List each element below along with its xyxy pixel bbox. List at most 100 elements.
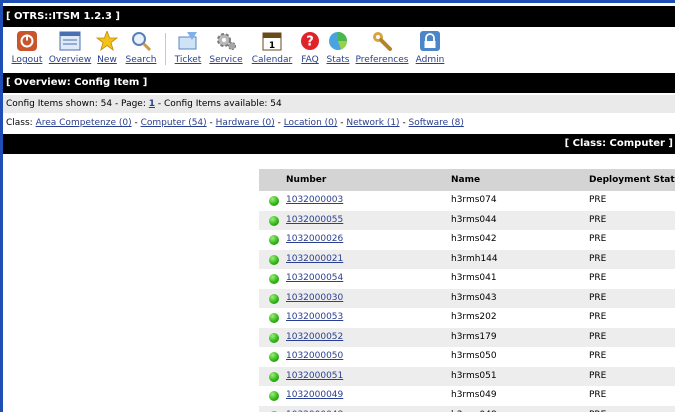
class-link-area-competenze[interactable]: Area Competenze (0)	[36, 118, 132, 128]
status-ok-icon	[269, 391, 279, 401]
cell-name: h3rms202	[451, 312, 497, 322]
config-item-link[interactable]: 1032000053	[286, 312, 343, 322]
config-item-link[interactable]: 1032000054	[286, 273, 343, 283]
config-item-link[interactable]: 1032000049	[286, 390, 343, 400]
table-row[interactable]: 1032000050 h3rms050 PRE	[259, 347, 675, 367]
table-row[interactable]: 1032000053 h3rms202 PRE	[259, 308, 675, 328]
table-row[interactable]: 1032000030 h3rms043 PRE	[259, 288, 675, 308]
cell-name: h3rms043	[451, 292, 497, 303]
nav-faq[interactable]: ? FAQ	[298, 31, 322, 65]
nav-ticket[interactable]: Ticket	[174, 31, 202, 65]
status-ok-icon	[269, 274, 279, 284]
status-ok-icon	[269, 371, 279, 382]
cell-deployment-state: PRE	[589, 195, 607, 205]
cell-number: 1032000051	[286, 367, 343, 386]
nav-logout-label: Logout	[11, 55, 43, 65]
status-ok-icon	[269, 196, 279, 206]
config-item-link[interactable]: 1032000050	[286, 351, 343, 361]
cell-name: h3rms074	[451, 195, 497, 205]
nav-overview[interactable]: Overview	[47, 31, 93, 65]
config-item-link[interactable]: 1032000030	[286, 293, 343, 303]
header-deployment-state[interactable]: Deployment Stat	[589, 169, 675, 191]
config-item-link[interactable]: 1032000055	[286, 215, 343, 225]
table-row[interactable]: 1032000055 h3rms044 PRE	[259, 210, 675, 230]
nav-overview-label: Overview	[48, 55, 92, 65]
search-icon	[132, 32, 152, 51]
app-title-bar: [ OTRS::ITSM 1.2.3 ]	[3, 6, 675, 27]
nav-calendar[interactable]: 1 Calendar	[250, 31, 294, 65]
cell-deployment-state: PRE	[589, 351, 607, 361]
nav-preferences-label: Preferences	[355, 55, 409, 65]
nav-stats[interactable]: Stats	[325, 31, 351, 65]
cell-number: 1032000021	[286, 250, 343, 269]
nav-new[interactable]: New	[95, 31, 119, 65]
header-name[interactable]: Name	[451, 169, 480, 191]
table-row[interactable]: 1032000003 h3rms074 PRE	[259, 191, 675, 211]
status-ok-icon	[269, 332, 279, 343]
cell-number: 1032000055	[286, 211, 343, 230]
cell-name: h3rms041	[451, 273, 497, 283]
header-number[interactable]: Number	[286, 169, 326, 191]
config-item-table: Number Name Deployment Stat 1032000003 h3…	[259, 169, 675, 412]
cell-deployment-state: PRE	[589, 253, 607, 264]
class-filter: Class: Area Competenze (0) - Computer (5…	[3, 114, 675, 132]
nav-search-label: Search	[125, 55, 157, 65]
preferences-wrench-icon	[373, 32, 392, 51]
nav-preferences[interactable]: Preferences	[353, 31, 411, 65]
nav-search[interactable]: Search	[123, 31, 159, 65]
nav-service[interactable]: Service	[208, 31, 244, 65]
service-gear-icon	[217, 33, 236, 50]
table-row[interactable]: 1032000049 h3rms049 PRE	[259, 386, 675, 406]
table-row[interactable]: 1032000052 h3rms179 PRE	[259, 327, 675, 347]
table-row[interactable]: 1032000021 h3rmh144 PRE	[259, 249, 675, 269]
items-available-text: - Config Items available: 54	[155, 99, 282, 109]
cell-name: h3rms049	[451, 390, 497, 400]
class-link-computer[interactable]: Computer (54)	[141, 118, 207, 128]
nav-logout[interactable]: Logout	[11, 31, 43, 65]
cell-number: 1032000053	[286, 308, 343, 327]
config-item-link[interactable]: 1032000026	[286, 234, 343, 244]
class-link-hardware[interactable]: Hardware (0)	[216, 118, 275, 128]
items-shown-text: Config Items shown: 54 - Page:	[6, 99, 149, 109]
cell-number: 1032000050	[286, 347, 343, 366]
cell-number: 1032000048	[286, 406, 343, 412]
class-link-software[interactable]: Software (8)	[409, 118, 464, 128]
class-link-location[interactable]: Location (0)	[284, 118, 338, 128]
class-link-network[interactable]: Network (1)	[346, 118, 399, 128]
nav-service-label: Service	[209, 55, 243, 65]
config-item-link[interactable]: 1032000052	[286, 332, 343, 342]
class-label: Class:	[6, 118, 36, 128]
nav-ticket-label: Ticket	[174, 55, 202, 65]
table-row[interactable]: 1032000051 h3rms051 PRE	[259, 366, 675, 386]
paging-info: Config Items shown: 54 - Page: 1 - Confi…	[3, 95, 675, 113]
nav-admin[interactable]: Admin	[413, 31, 447, 65]
overview-icon	[59, 31, 81, 51]
cell-number: 1032000026	[286, 230, 343, 249]
section-title: [ Overview: Config Item ]	[3, 73, 675, 93]
table-row[interactable]: 1032000026 h3rms042 PRE	[259, 230, 675, 250]
config-item-link[interactable]: 1032000021	[286, 254, 343, 264]
cell-deployment-state: PRE	[589, 390, 607, 400]
nav-stats-label: Stats	[326, 55, 350, 65]
cell-deployment-state: PRE	[589, 312, 607, 322]
class-title-bar: [ Class: Computer ]	[3, 134, 675, 154]
table-row[interactable]: 1032000048 h3rms048 PRE	[259, 405, 675, 412]
new-star-icon	[96, 31, 118, 51]
svg-text:1: 1	[269, 41, 275, 51]
cell-name: h3rms050	[451, 351, 497, 361]
cell-deployment-state: PRE	[589, 273, 607, 283]
cell-name: h3rms048	[451, 406, 497, 412]
config-item-link[interactable]: 1032000051	[286, 371, 343, 381]
cell-name: h3rms051	[451, 370, 497, 381]
table-row[interactable]: 1032000054 h3rms041 PRE	[259, 269, 675, 289]
cell-deployment-state: PRE	[589, 331, 607, 342]
status-ok-icon	[269, 293, 279, 304]
cell-number: 1032000030	[286, 289, 343, 308]
cell-name: h3rmh144	[451, 253, 498, 264]
config-item-link[interactable]: 1032000003	[286, 195, 343, 205]
admin-lock-icon	[420, 31, 440, 51]
calendar-icon: 1	[262, 32, 282, 51]
cell-number: 1032000003	[286, 191, 343, 210]
otrs-window: [ OTRS::ITSM 1.2.3 ] Logout Overview New…	[3, 3, 675, 412]
cell-deployment-state: PRE	[589, 370, 607, 381]
